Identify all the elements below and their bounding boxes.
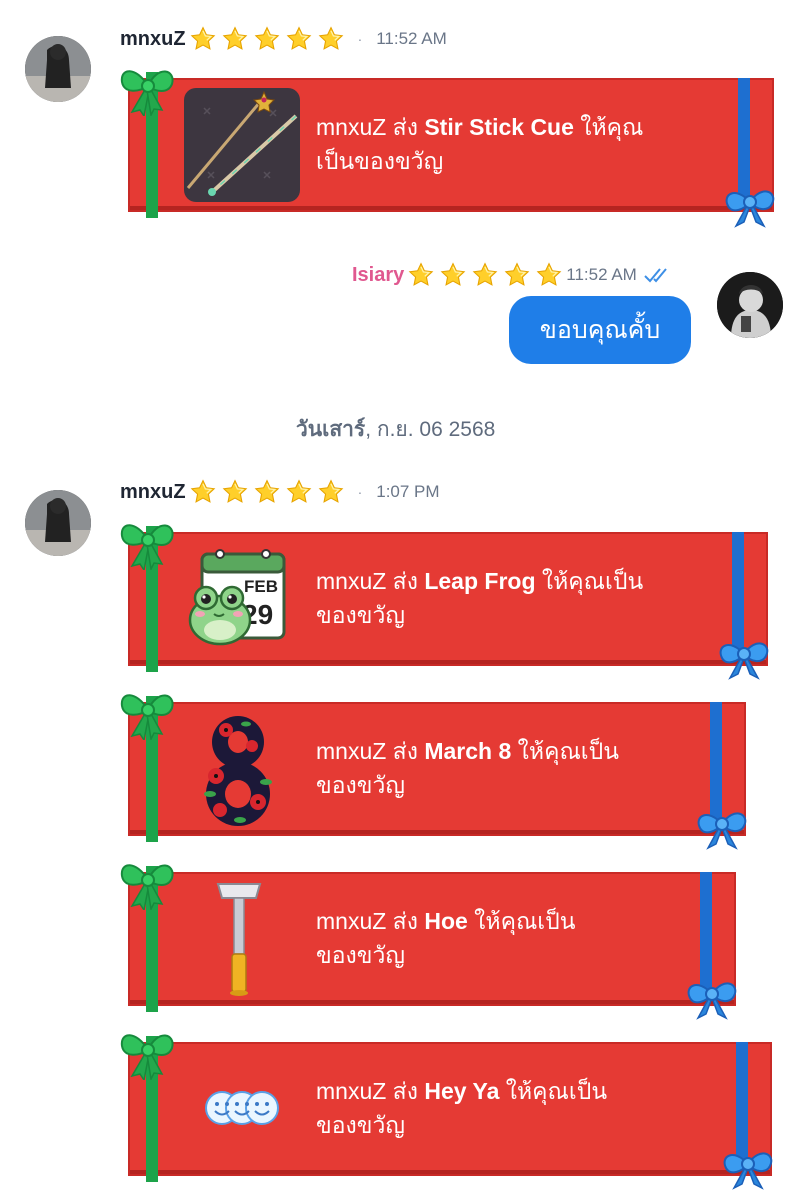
gift-line2-text: เป็นของขวัญ	[316, 148, 444, 174]
blue-bow-icon	[720, 1134, 776, 1190]
sender-row: Isiary 11:52 AM	[352, 260, 671, 290]
blue-bow-icon	[684, 964, 740, 1020]
gift-message: mnxuZ ส่ง Hoe ให้คุณเป็น ของขวัญ	[316, 904, 716, 972]
rank-stars	[190, 479, 350, 505]
avatar[interactable]	[717, 272, 783, 338]
message-bubble[interactable]: ขอบคุณคั้บ	[509, 296, 691, 364]
star-icon	[286, 479, 312, 505]
double-check-icon	[644, 268, 667, 283]
gift-sender-text: mnxuZ ส่ง	[316, 114, 425, 140]
sender-name[interactable]: mnxuZ	[120, 28, 186, 51]
gift-line2-text: ของขวัญ	[316, 942, 406, 968]
gift-suffix-text: ให้คุณเป็น	[511, 738, 619, 764]
calendar-month: FEB	[244, 577, 278, 596]
avatar[interactable]	[25, 490, 91, 556]
sender-name[interactable]: Isiary	[352, 264, 404, 287]
gift-item-name: Leap Frog	[424, 568, 536, 594]
gift-line2-text: ของขวัญ	[316, 772, 406, 798]
gift-suffix-text: ให้คุณเป็น	[467, 908, 576, 934]
message-time: 1:07 PM	[376, 482, 440, 501]
gift-line2-text: ของขวัญ	[316, 602, 406, 628]
gift-message: mnxuZ ส่ง Stir Stick Cue ให้คุณ เป็นของข…	[316, 110, 746, 178]
star-icon	[190, 26, 216, 52]
sender-row: mnxuZ · 1:07 PM	[120, 477, 440, 507]
rank-stars	[190, 26, 350, 52]
star-icon	[190, 479, 216, 505]
green-bow-icon	[118, 60, 178, 116]
frog-calendar-icon: FEB 29	[184, 544, 294, 652]
date-weekday: วันเสาร์	[296, 418, 366, 441]
separator-dot: ·	[357, 484, 363, 500]
star-icon	[254, 26, 280, 52]
gift-item-name: Hey Ya	[424, 1078, 500, 1104]
green-bow-icon	[118, 684, 178, 740]
star-icon	[504, 262, 530, 288]
gift-line2-text: ของขวัญ	[316, 1112, 406, 1138]
hoe-icon	[214, 880, 264, 998]
blue-bow-icon	[716, 624, 772, 680]
star-icon	[254, 479, 280, 505]
gift-suffix-text: ให้คุณเป็น	[535, 568, 644, 594]
gift-item-name: Stir Stick Cue	[424, 114, 574, 140]
gift-sender-text: mnxuZ ส่ง	[316, 738, 425, 764]
gift-sender-text: mnxuZ ส่ง	[316, 1078, 425, 1104]
gift-message: mnxuZ ส่ง March 8 ให้คุณเป็น ของขวัญ	[316, 734, 716, 802]
green-bow-icon	[118, 1024, 178, 1080]
rank-stars	[408, 262, 568, 288]
cue-stick-icon	[184, 88, 300, 202]
star-icon	[286, 26, 312, 52]
gift-card[interactable]: mnxuZ ส่ง Stir Stick Cue ให้คุณ เป็นของข…	[128, 72, 774, 218]
date-separator: วันเสาร์, ก.ย. 06 2568	[296, 413, 495, 446]
star-icon	[318, 26, 344, 52]
gift-message: mnxuZ ส่ง Leap Frog ให้คุณเป็น ของขวัญ	[316, 564, 736, 632]
blue-bow-icon	[694, 794, 750, 850]
avatar[interactable]	[25, 36, 91, 102]
gift-message: mnxuZ ส่ง Hey Ya ให้คุณเป็น ของขวัญ	[316, 1074, 726, 1142]
sender-row: mnxuZ · 11:52 AM	[120, 24, 447, 54]
gift-item-name: March 8	[424, 738, 512, 764]
gift-sender-text: mnxuZ ส่ง	[316, 908, 425, 934]
gift-card[interactable]: FEB 29 mnxuZ ส่ง Leap Frog ให้คุณเป็น ขอ…	[128, 526, 768, 672]
gift-sender-text: mnxuZ ส่ง	[316, 568, 425, 594]
smiley-faces-icon	[202, 1088, 282, 1128]
gift-card[interactable]: mnxuZ ส่ง Hoe ให้คุณเป็น ของขวัญ	[128, 866, 736, 1012]
star-icon	[222, 26, 248, 52]
flower-eight-icon	[190, 710, 286, 828]
message-time: 11:52 AM	[376, 29, 447, 48]
gift-suffix-text: ให้คุณเป็น	[499, 1078, 608, 1104]
star-icon	[318, 479, 344, 505]
sender-name[interactable]: mnxuZ	[120, 481, 186, 504]
message-text: ขอบคุณคั้บ	[539, 316, 661, 344]
star-icon	[222, 479, 248, 505]
green-bow-icon	[118, 514, 178, 570]
star-icon	[408, 262, 434, 288]
date-text: , ก.ย. 06 2568	[365, 418, 496, 441]
star-icon	[440, 262, 466, 288]
message-time: 11:52 AM	[566, 265, 637, 284]
gift-suffix-text: ให้คุณ	[573, 114, 644, 140]
star-icon	[472, 262, 498, 288]
star-icon	[536, 262, 562, 288]
green-bow-icon	[118, 854, 178, 910]
gift-item-name: Hoe	[424, 908, 468, 934]
separator-dot: ·	[357, 31, 363, 47]
gift-card[interactable]: mnxuZ ส่ง Hey Ya ให้คุณเป็น ของขวัญ	[128, 1036, 772, 1182]
blue-bow-icon	[722, 172, 778, 228]
gift-card[interactable]: mnxuZ ส่ง March 8 ให้คุณเป็น ของขวัญ	[128, 696, 746, 842]
